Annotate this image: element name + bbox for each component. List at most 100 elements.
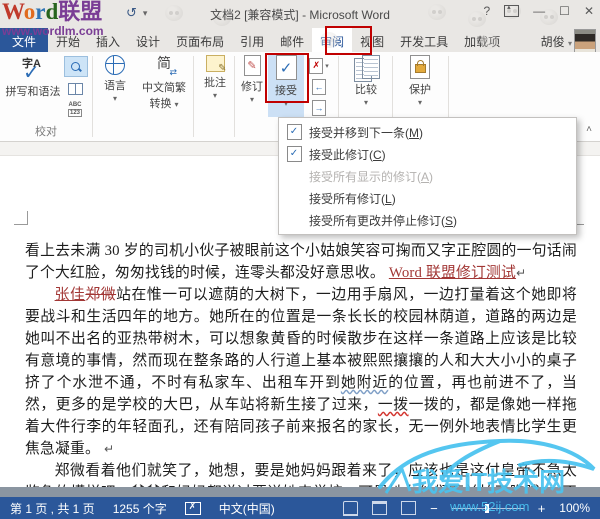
track-changes-icon: ✎ (243, 55, 261, 76)
thesaurus-button[interactable] (64, 79, 86, 98)
tab-developer[interactable]: 开发工具 (392, 28, 456, 52)
chinese-conversion-icon: 简 ⇄ (157, 55, 177, 77)
accept-label: 接受 (275, 85, 297, 97)
define-button[interactable] (64, 56, 88, 77)
proofing-small-buttons: ABC 123 (64, 56, 88, 119)
language-indicator[interactable]: 中文(中国) (219, 500, 275, 517)
group-label-proofing: 校对 (35, 126, 57, 138)
globe-icon (105, 55, 125, 75)
text-run-insert: Word 联盟修订测试 (388, 265, 517, 281)
wallpaper-pattern (320, 32, 338, 48)
word-count-button[interactable]: ABC 123 (64, 100, 86, 119)
zoom-level[interactable]: 100% (559, 501, 590, 515)
page-bottom-gap (0, 487, 600, 497)
language-button[interactable]: 语言 ▾ (96, 55, 134, 103)
user-name: 胡俊 (540, 35, 565, 49)
account-menu[interactable]: 胡俊 ▾ (541, 33, 572, 50)
tab-home[interactable]: 开始 (48, 28, 88, 52)
text-run-delete: 郑微 (85, 287, 117, 303)
comment-note-icon: ✎ (205, 55, 227, 74)
close-icon[interactable]: ✕ (584, 4, 594, 18)
tab-view[interactable]: 视图 (352, 28, 392, 52)
maximize-icon[interactable]: ☐ (559, 4, 570, 18)
crop-mark-left (14, 211, 28, 225)
conversion-label-1: 中文简繁 (142, 82, 186, 94)
menu-item-accept-all[interactable]: 接受所有修订(L) (279, 187, 576, 209)
chinese-conversion-button[interactable]: 简 ⇄ 中文简繁 转换 ▾ (136, 55, 192, 111)
text-run-mark: ↵ (100, 442, 115, 456)
status-bar: 第 1 页 , 共 1 页 1255 个字 中文(中国) − + 100% (0, 497, 600, 519)
comments-button[interactable]: ✎ 批注 ▾ (197, 55, 233, 100)
ribbon-display-options-icon[interactable] (504, 3, 520, 17)
menu-item-accept-all-shown: 接受所有显示的修订(A) (279, 165, 576, 187)
paragraph: 张佳郑微站在惟一可以遮荫的大树下，一边用手扇风，一边打量着这个她即将要战斗和生活… (25, 284, 577, 460)
ribbon-tab-row: 文件 开始 插入 设计 页面布局 引用 邮件 审阅 视图 开发工具 加载项 胡俊… (0, 28, 600, 53)
word-count-icon: ABC 123 (67, 102, 82, 117)
spelling-grammar-icon: 字A ✓ (22, 58, 41, 84)
search-icon (71, 61, 81, 72)
accept-check-icon: ✓ (279, 124, 309, 140)
accept-button[interactable]: ✓ 接受 ▾ (268, 55, 304, 117)
collapse-ribbon-icon[interactable]: ˄ (586, 124, 592, 135)
chevron-down-icon: ▾ (212, 91, 217, 100)
chevron-down-icon: ▾ (363, 98, 368, 107)
text-run-mark: ↵ (516, 266, 527, 280)
tab-insert[interactable]: 插入 (88, 28, 128, 52)
tab-mailings[interactable]: 邮件 (272, 28, 312, 52)
zoom-slider-thumb[interactable] (484, 503, 489, 513)
next-change-button[interactable]: → (308, 98, 330, 117)
menu-item-label: 接受所有修订(L) (309, 191, 396, 206)
page-indicator[interactable]: 第 1 页 , 共 1 页 (10, 500, 95, 517)
document-text: 看上去未满 30 岁的司机小伙子被眼前这个小姑娘笑容可掬而又字正腔圆的一句话闹了… (25, 240, 577, 519)
chevron-down-icon: ▾ (325, 62, 329, 70)
comments-label: 批注 (204, 77, 226, 89)
title-bar: ↺ ▾ 文档2 [兼容模式] - Microsoft Word ? — ☐ ✕ (0, 0, 600, 28)
tab-design[interactable]: 设计 (128, 28, 168, 52)
protect-label: 保护 (409, 84, 431, 96)
menu-item-accept-this[interactable]: ✓ 接受此修订(C) (279, 143, 576, 165)
accept-dropdown-menu: ✓ 接受并移到下一条(M) ✓ 接受此修订(C) 接受所有显示的修订(A) 接受… (278, 117, 577, 235)
chevron-down-icon: ▾ (283, 99, 288, 108)
zoom-slider[interactable] (451, 503, 524, 513)
print-layout-icon[interactable] (372, 501, 388, 515)
tab-references[interactable]: 引用 (232, 28, 272, 52)
accept-check-icon: ✓ (279, 146, 309, 162)
reject-icon: ✗ (309, 57, 324, 74)
web-layout-icon[interactable] (401, 501, 417, 515)
minimize-icon[interactable]: — (533, 4, 545, 18)
protect-button[interactable]: 保护 ▾ (398, 55, 442, 107)
group-separator (234, 56, 235, 137)
tab-file[interactable]: 文件 (0, 28, 49, 52)
compare-button[interactable]: 比较 ▾ (344, 55, 388, 107)
user-avatar[interactable] (574, 29, 596, 53)
help-icon[interactable]: ? (483, 4, 490, 18)
wallpaper-pattern (480, 33, 498, 49)
menu-item-label: 接受并移到下一条(M) (309, 125, 423, 140)
tab-page-layout[interactable]: 页面布局 (168, 28, 232, 52)
word-count-indicator[interactable]: 1255 个字 (113, 500, 167, 517)
menu-item-accept-all-stop-tracking[interactable]: 接受所有更改并停止修订(S) (279, 209, 576, 231)
text-run-spell: 一拨 (377, 397, 409, 413)
accept-icon: ✓ (275, 55, 297, 80)
zoom-out-icon[interactable]: − (430, 501, 438, 516)
language-label: 语言 (104, 80, 126, 92)
chevron-down-icon: ▾ (417, 98, 422, 107)
group-separator (92, 56, 93, 137)
group-separator (193, 56, 194, 137)
read-mode-icon[interactable] (343, 500, 359, 516)
track-changes-label: 修订 (241, 81, 263, 93)
track-changes-button[interactable]: ✎ 修订 ▾ (237, 55, 267, 104)
book-icon (67, 82, 83, 95)
spelling-grammar-button[interactable]: 字A ✓ 拼写和语法 (4, 55, 62, 99)
reject-button[interactable]: ✗ ▾ (308, 56, 330, 75)
lock-icon (410, 55, 430, 79)
compare-icon (354, 55, 380, 82)
window-controls: ? — ☐ ✕ (483, 3, 594, 18)
menu-item-accept-and-move[interactable]: ✓ 接受并移到下一条(M) (279, 121, 576, 143)
word-window: ↺ ▾ 文档2 [兼容模式] - Microsoft Word ? — ☐ ✕ … (0, 0, 600, 519)
previous-change-button[interactable]: ← (308, 77, 330, 96)
menu-item-label: 接受此修订(C) (309, 147, 386, 162)
zoom-in-icon[interactable]: + (538, 501, 546, 516)
proofing-error-icon[interactable] (184, 501, 201, 515)
paragraph: 看上去未满 30 岁的司机小伙子被眼前这个小姑娘笑容可掬而又字正腔圆的一句话闹了… (25, 240, 577, 284)
